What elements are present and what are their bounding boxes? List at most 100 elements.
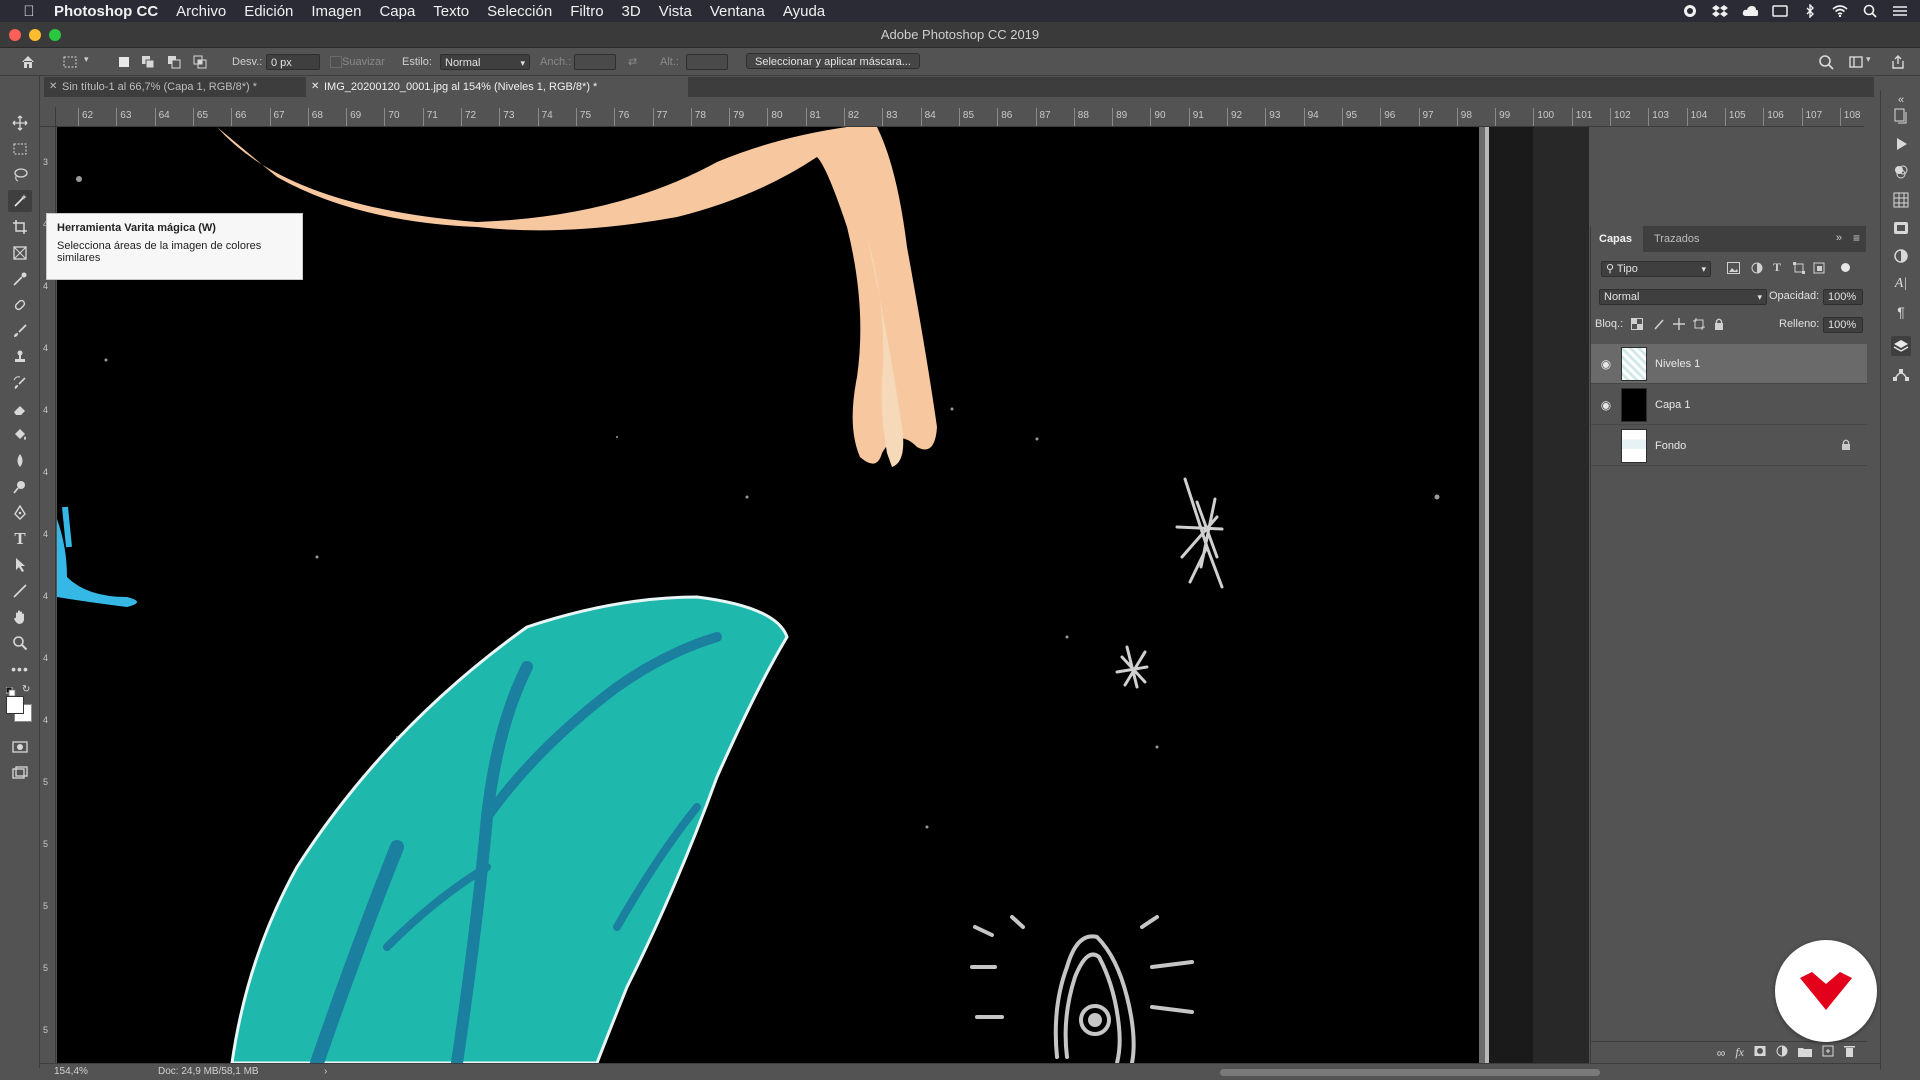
- apple-icon[interactable]: : [18, 3, 40, 20]
- filter-pixel-icon[interactable]: [1727, 262, 1740, 277]
- menu-vista[interactable]: Vista: [659, 3, 692, 20]
- layer-capa-1[interactable]: ◉ Capa 1: [1591, 385, 1867, 425]
- paint-bucket-tool[interactable]: [8, 424, 32, 446]
- frame-tool[interactable]: [8, 242, 32, 264]
- magic-wand-tool[interactable]: [8, 190, 32, 212]
- new-selection-icon[interactable]: [116, 54, 132, 70]
- layer-style-icon[interactable]: fx: [1735, 1045, 1744, 1060]
- app-menu[interactable]: Photoshop CC: [54, 3, 158, 20]
- menu-imagen[interactable]: Imagen: [311, 3, 361, 20]
- eraser-tool[interactable]: [8, 398, 32, 420]
- minimize-window-button[interactable]: [29, 29, 41, 41]
- filter-type-select[interactable]: ⚲ Tipo ▾: [1601, 261, 1711, 277]
- eyedropper-tool[interactable]: [8, 268, 32, 290]
- swap-colors-icon[interactable]: ↻: [22, 684, 32, 695]
- lock-artboard-icon[interactable]: [1693, 318, 1705, 333]
- lasso-tool[interactable]: [8, 164, 32, 186]
- zoom-level[interactable]: 154,4%: [54, 1066, 88, 1077]
- paragraph-icon[interactable]: ¶: [1891, 302, 1911, 322]
- opacity-input[interactable]: 100%: [1823, 289, 1863, 305]
- suavizar-checkbox[interactable]: [330, 56, 342, 68]
- layer-niveles-1[interactable]: ◉ Niveles 1: [1591, 344, 1867, 384]
- menu-archivo[interactable]: Archivo: [176, 3, 226, 20]
- menu-list-icon[interactable]: [1892, 4, 1908, 18]
- menu-filtro[interactable]: Filtro: [570, 3, 603, 20]
- menu-texto[interactable]: Texto: [433, 3, 469, 20]
- hand-tool[interactable]: [8, 606, 32, 628]
- lock-transparent-icon[interactable]: [1631, 318, 1643, 333]
- libraries-icon[interactable]: [1891, 218, 1911, 238]
- display-icon[interactable]: [1772, 4, 1788, 18]
- chevron-down-icon[interactable]: ▾: [84, 54, 100, 70]
- tab-sin-titulo[interactable]: ✕ Sin título-1 al 66,7% (Capa 1, RGB/8*)…: [44, 77, 306, 97]
- fill-input[interactable]: 100%: [1823, 317, 1863, 333]
- workspace-icon[interactable]: [1848, 54, 1864, 70]
- add-selection-icon[interactable]: [140, 54, 156, 70]
- tab-img-20200120[interactable]: ✕ IMG_20200120_0001.jpg al 154% (Niveles…: [306, 77, 688, 97]
- foreground-color-swatch[interactable]: [6, 696, 24, 714]
- tab-trazados[interactable]: Trazados: [1646, 226, 1707, 252]
- blur-tool[interactable]: [8, 450, 32, 472]
- menu-edicion[interactable]: Edición: [244, 3, 293, 20]
- filter-type-icon[interactable]: T: [1773, 260, 1781, 275]
- close-tab-icon[interactable]: ✕: [311, 77, 319, 97]
- intersect-selection-icon[interactable]: [192, 54, 208, 70]
- delete-layer-icon[interactable]: [1844, 1045, 1855, 1060]
- search-icon[interactable]: [1818, 54, 1834, 70]
- alt-input[interactable]: [686, 54, 728, 70]
- actions-play-icon[interactable]: [1891, 134, 1911, 154]
- filter-adjustment-icon[interactable]: [1751, 262, 1763, 277]
- lock-all-icon[interactable]: [1713, 318, 1725, 333]
- blend-mode-select[interactable]: Normal ▾: [1599, 289, 1767, 305]
- ruler-origin[interactable]: [40, 107, 56, 127]
- menu-ventana[interactable]: Ventana: [710, 3, 765, 20]
- new-layer-icon[interactable]: [1822, 1045, 1834, 1060]
- tab-capas[interactable]: Capas: [1591, 226, 1643, 252]
- zoom-tool[interactable]: [8, 632, 32, 654]
- wifi-icon[interactable]: [1832, 4, 1848, 18]
- desv-input[interactable]: 0 px: [266, 54, 320, 70]
- history-brush-tool[interactable]: [8, 372, 32, 394]
- eye-icon[interactable]: ◉: [1591, 357, 1621, 371]
- subtract-selection-icon[interactable]: [166, 54, 182, 70]
- cloud-icon[interactable]: [1742, 4, 1758, 18]
- eye-hidden-icon[interactable]: ◉: [1591, 439, 1621, 453]
- character-icon[interactable]: A|: [1891, 274, 1911, 294]
- filter-shape-icon[interactable]: [1793, 262, 1805, 277]
- home-icon[interactable]: [20, 54, 36, 70]
- doc-size[interactable]: Doc: 24,9 MB/58,1 MB: [158, 1066, 259, 1077]
- share-icon[interactable]: [1890, 54, 1906, 70]
- lock-pixels-icon[interactable]: [1653, 318, 1665, 333]
- rect-marquee-tool[interactable]: [8, 138, 32, 160]
- swatches-icon[interactable]: [1891, 190, 1911, 210]
- screen-mode-icon[interactable]: [8, 762, 32, 784]
- close-window-button[interactable]: [9, 29, 21, 41]
- record-icon[interactable]: [1682, 4, 1698, 18]
- paths-icon[interactable]: [1891, 364, 1911, 384]
- panel-menu-icon[interactable]: ≡: [1853, 231, 1860, 245]
- type-tool[interactable]: T: [8, 528, 32, 550]
- history-icon[interactable]: [1891, 106, 1911, 126]
- new-adjustment-icon[interactable]: [1776, 1045, 1788, 1060]
- bluetooth-icon[interactable]: [1802, 4, 1818, 18]
- new-group-icon[interactable]: [1798, 1046, 1812, 1060]
- color-icon[interactable]: [1891, 162, 1911, 182]
- filter-toggle[interactable]: [1841, 263, 1850, 272]
- ruler-horizontal[interactable]: 62 63 64 65 66 67 68 69 70 71 72 73 74 75 76 77 78 79 80 81…: [56, 107, 1864, 127]
- line-tool[interactable]: [8, 580, 32, 602]
- estilo-select[interactable]: Normal ▾: [440, 54, 530, 70]
- dropbox-icon[interactable]: [1712, 4, 1728, 18]
- layer-fondo[interactable]: ◉ Fondo: [1591, 426, 1867, 466]
- anch-input[interactable]: [574, 54, 616, 70]
- spotlight-search-icon[interactable]: [1862, 4, 1878, 18]
- menu-seleccion[interactable]: Selección: [487, 3, 552, 20]
- chevron-down-icon[interactable]: ▾: [1866, 54, 1882, 70]
- close-tab-icon[interactable]: ✕: [49, 77, 57, 97]
- adjustments-icon[interactable]: [1891, 246, 1911, 266]
- filter-smart-object-icon[interactable]: [1813, 262, 1825, 277]
- layers-icon[interactable]: [1891, 336, 1911, 356]
- link-layers-icon[interactable]: ∞: [1717, 1046, 1726, 1060]
- pen-tool[interactable]: [8, 502, 32, 524]
- select-and-mask-button[interactable]: Seleccionar y aplicar máscara...: [746, 53, 920, 69]
- menu-capa[interactable]: Capa: [379, 3, 415, 20]
